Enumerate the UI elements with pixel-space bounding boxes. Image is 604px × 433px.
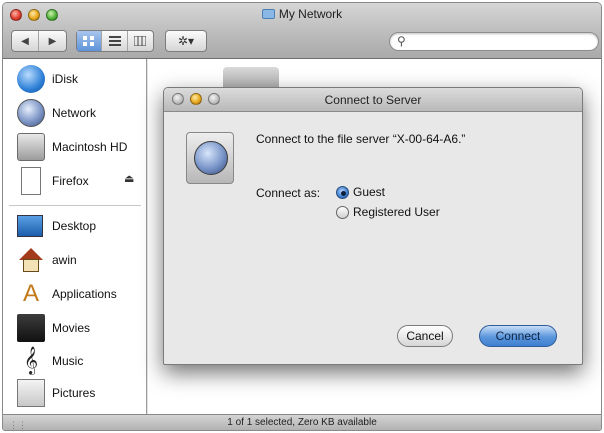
sidebar-item-label: Firefox <box>52 174 89 188</box>
connect-as-label: Connect as: <box>256 186 321 200</box>
forward-button[interactable]: ▶ <box>39 31 66 51</box>
eject-icon[interactable]: ⏏ <box>124 172 134 185</box>
dialog-title: Connect to Server <box>324 93 422 107</box>
sidebar-item-label: Applications <box>52 287 117 301</box>
column-view-icon <box>134 36 147 46</box>
status-bar: ⋮⋮ 1 of 1 selected, Zero KB available <box>3 414 601 430</box>
disk-image-icon <box>21 167 41 195</box>
sidebar-divider <box>9 205 141 206</box>
hard-disk-icon <box>17 133 45 161</box>
registered-user-radio-label: Registered User <box>353 205 440 219</box>
registered-user-radio-button[interactable] <box>336 205 349 219</box>
gear-icon: ✲▾ <box>177 34 195 48</box>
dialog-titlebar[interactable]: Connect to Server <box>164 88 582 112</box>
icon-view-icon <box>83 36 95 46</box>
movies-icon <box>17 314 45 342</box>
music-icon: 𝄞 <box>23 347 39 374</box>
list-view-button[interactable] <box>102 31 128 51</box>
idisk-icon <box>17 65 45 93</box>
status-text: 1 of 1 selected, Zero KB available <box>227 417 377 428</box>
back-button[interactable]: ◀ <box>12 31 39 51</box>
list-view-icon <box>108 36 121 46</box>
sidebar-item-label: Pictures <box>52 386 96 400</box>
sidebar-item-network[interactable]: Network <box>3 97 147 129</box>
action-menu-button[interactable]: ✲▾ <box>165 30 207 52</box>
desktop-icon <box>17 215 43 237</box>
cancel-button[interactable]: Cancel <box>397 325 453 347</box>
globe-icon <box>194 141 228 175</box>
connect-to-server-dialog: Connect to Server Connect to the file se… <box>163 87 583 365</box>
sidebar-item-applications[interactable]: A Applications <box>3 278 147 310</box>
file-server-icon <box>186 132 234 184</box>
navigation-buttons: ◀ ▶ <box>11 30 67 52</box>
registered-user-radio-option[interactable]: Registered User <box>336 205 440 219</box>
sidebar-item-label: Network <box>52 106 97 120</box>
resize-grip-icon[interactable]: ⋮⋮ <box>9 418 27 430</box>
window-title: My Network <box>3 7 601 21</box>
sidebar: iDisk Network Macintosh HD Firefox ⏏ Des… <box>3 59 147 416</box>
home-icon <box>17 246 45 274</box>
folder-icon <box>261 9 275 19</box>
sidebar-item-label: Music <box>52 354 84 368</box>
sidebar-item-label: Desktop <box>52 219 97 233</box>
sidebar-item-movies[interactable]: Movies <box>3 312 147 344</box>
guest-radio-label: Guest <box>353 185 386 199</box>
sidebar-item-desktop[interactable]: Desktop <box>3 210 147 242</box>
sidebar-item-macintosh-hd[interactable]: Macintosh HD <box>3 131 147 163</box>
window-title-text: My Network <box>278 7 343 21</box>
applications-icon: A <box>22 280 39 307</box>
connect-button[interactable]: Connect <box>479 325 557 347</box>
network-icon <box>17 99 45 127</box>
sidebar-item-label: Macintosh HD <box>52 140 128 154</box>
sidebar-item-idisk[interactable]: iDisk <box>3 63 147 95</box>
sidebar-item-pictures[interactable]: Pictures <box>3 377 147 409</box>
sidebar-item-awin[interactable]: awin <box>3 244 147 276</box>
sidebar-item-music[interactable]: 𝄞 Music <box>3 345 147 377</box>
view-mode-buttons <box>76 30 154 52</box>
sidebar-item-label: Movies <box>52 321 91 335</box>
pictures-icon <box>17 379 45 407</box>
sidebar-item-firefox[interactable]: Firefox ⏏ <box>3 165 147 197</box>
icon-view-button[interactable] <box>77 31 103 51</box>
guest-radio-option[interactable]: Guest <box>336 185 385 199</box>
search-field[interactable]: ⚲ <box>389 32 599 51</box>
dialog-message: Connect to the file server “X-00-64-A6.” <box>256 132 466 146</box>
guest-radio-button[interactable] <box>336 185 349 199</box>
sidebar-item-label: iDisk <box>52 72 78 86</box>
window-titlebar[interactable]: My Network ◀ ▶ ✲▾ ⚲ <box>3 3 601 59</box>
sidebar-item-label: awin <box>52 253 77 267</box>
column-view-button[interactable] <box>128 31 153 51</box>
search-icon: ⚲ <box>397 34 406 48</box>
